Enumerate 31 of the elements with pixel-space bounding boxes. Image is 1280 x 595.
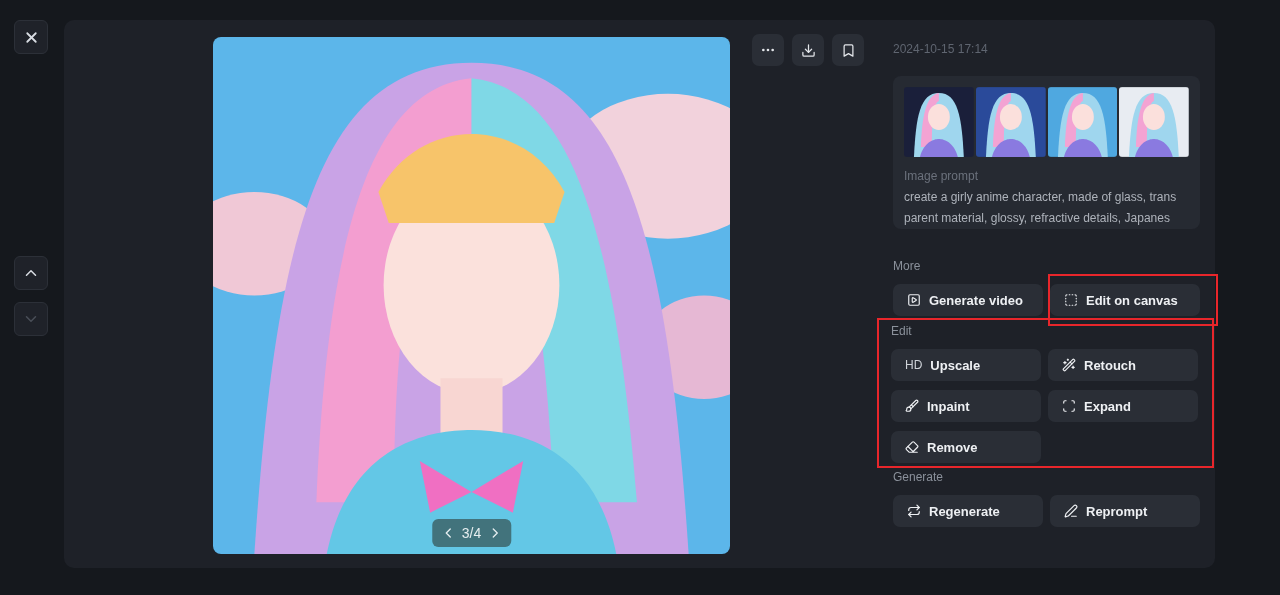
repeat-icon [907,504,921,518]
date-time: 2024-10-15 17:14 [893,42,989,56]
action-button[interactable]: Generate video [893,284,1043,316]
hd-icon: HD [905,358,923,372]
bookmark-icon [840,42,856,58]
close-button[interactable] [14,20,48,54]
action-button[interactable]: Expand [1048,390,1198,422]
action-button[interactable]: Inpaint [891,390,1041,422]
page-counter: 3/4 [461,525,482,541]
section-title: Edit [891,324,913,338]
previous-button[interactable] [14,256,48,290]
frame-icon [1064,293,1078,307]
frame-icon [1062,399,1076,413]
download-button[interactable] [792,34,824,66]
section-title: Generate [893,470,945,484]
action-button[interactable]: Remove [891,431,1041,463]
download-icon [800,42,816,58]
eraser-icon [905,440,919,454]
wand-icon [1062,358,1076,372]
action-button[interactable]: Reprompt [1050,495,1200,527]
brush-icon [905,399,919,413]
section-title: More [893,259,922,273]
action-button[interactable]: Retouch [1048,349,1198,381]
prompt-text: create a girly anime character, made of glass, trans parent material, glossy, refractive details, Japanes [904,189,1178,227]
action-button[interactable]: Regenerate [893,495,1043,527]
action-button[interactable]: HD Upscale [891,349,1041,381]
video-icon [907,293,921,307]
bookmark-button[interactable] [832,34,864,66]
prompt-label: Image prompt [904,169,980,183]
pen-icon [1064,504,1078,518]
action-button[interactable]: Edit on canvas [1050,284,1200,316]
